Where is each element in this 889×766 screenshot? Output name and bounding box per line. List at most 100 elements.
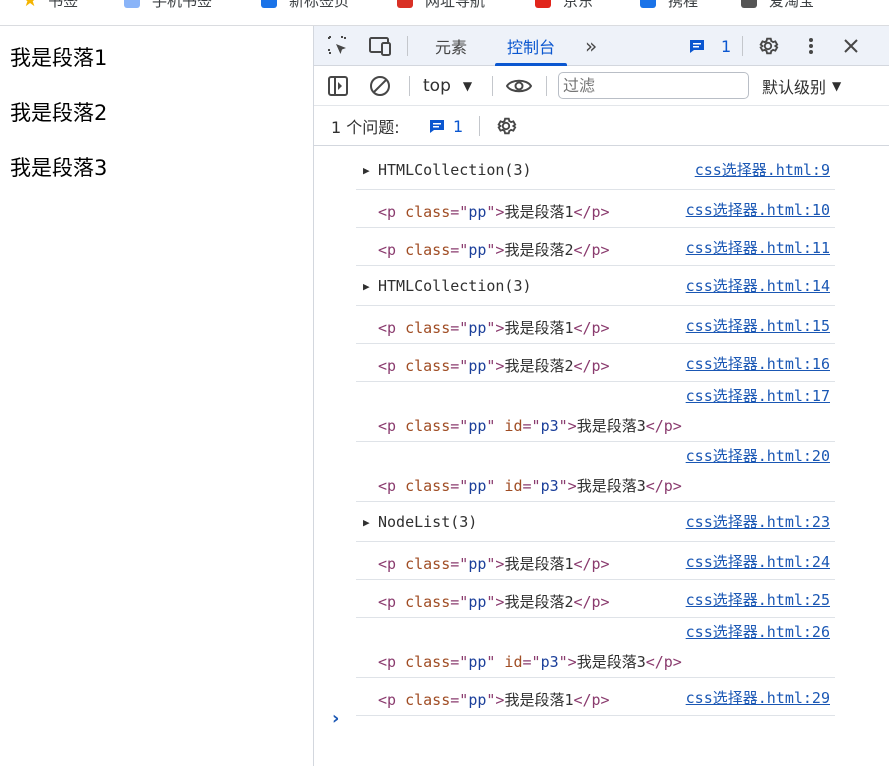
attr-value: pp [468,357,487,375]
tag-open: <p [378,203,397,221]
tag-end: </p> [573,357,610,375]
attr-eq: =" [450,203,469,221]
tag-open: <p [378,555,397,573]
bookmark-label: 新标签页 [289,0,350,10]
bookmark-item[interactable]: 新标签页 [261,0,349,11]
node-text: 我是段落1 [504,203,574,221]
context-selector[interactable]: top ▼ [423,74,472,98]
issues-settings-gear-icon[interactable] [494,114,518,138]
expand-triangle-icon[interactable]: ▶ [363,516,370,529]
tag-end: </p> [645,417,682,435]
element-node: <p class="pp">我是段落1</p> [378,201,610,222]
source-link[interactable]: css选择器.html:15 [686,315,830,336]
hao123-icon [397,0,413,8]
element-node: <p class="pp">我是段落2</p> [378,239,610,260]
node-text: 我是段落2 [504,357,574,375]
node-text: 我是段落3 [576,477,646,495]
filter-input[interactable] [558,72,749,99]
attr-value: p3 [540,477,559,495]
tag-close: > [567,417,577,435]
console-message: <p class="pp" id="p3">我是段落3</p> css选择器.ht… [356,618,835,678]
source-link[interactable]: css选择器.html:23 [686,511,830,532]
bookmarks-bar: ★ 书签 手机书签 新标签页 网址导航 京东 携程 爱淘宝 [0,0,889,26]
console-message: <p class="pp" id="p3">我是段落3</p> css选择器.ht… [356,382,835,442]
node-text: 我是段落2 [504,241,574,259]
expand-triangle-icon[interactable]: ▶ [363,164,370,177]
newtab-icon [261,0,277,8]
issues-link[interactable]: 1 [429,114,463,138]
attr-name: class [396,203,451,221]
bookmark-label: 携程 [668,0,699,10]
attr-quote: " [558,653,568,671]
settings-gear-icon[interactable] [756,34,780,58]
message-icon [690,40,704,53]
element-node: <p class="pp">我是段落2</p> [378,591,610,612]
source-link[interactable]: css选择器.html:11 [686,237,830,258]
device-toolbar-icon[interactable] [366,35,394,57]
console-message: ▶ HTMLCollection(3) css选择器.html:9 [356,150,835,190]
bookmark-item[interactable]: ★ 书签 [22,0,78,11]
tag-open: <p [378,653,397,671]
node-text: 我是段落2 [504,593,574,611]
attr-eq: =" [522,653,541,671]
console-prompt-icon[interactable]: › [332,708,339,729]
attr-name: class [396,477,451,495]
clear-console-icon[interactable] [368,75,392,97]
tag-end: </p> [573,691,610,709]
collection-label[interactable]: NodeList(3) [378,513,477,531]
bookmark-item[interactable]: 网址导航 [397,0,485,11]
sidebar-toggle-icon[interactable] [326,75,350,97]
element-node: <p class="pp" id="p3">我是段落3</p> [378,415,682,436]
bookmark-label: 书签 [48,0,79,10]
source-link[interactable]: css选择器.html:9 [695,159,830,180]
devtools-panel: 元素 控制台 » 1 top ▼ 过滤 默认级别 ▼ 1 个问题: 1 › ▶ … [313,26,889,766]
tag-end: </p> [573,593,610,611]
source-link[interactable]: css选择器.html:10 [686,199,830,220]
tag-end: </p> [645,653,682,671]
source-link[interactable]: css选择器.html:26 [686,621,830,642]
context-label: top [423,76,451,96]
paragraph-2: 我是段落2 [10,101,108,125]
attr-value: pp [468,417,487,435]
collection-label[interactable]: HTMLCollection(3) [378,161,532,179]
node-text: 我是段落1 [504,691,574,709]
attr-name: id [495,653,523,671]
source-link[interactable]: css选择器.html:17 [686,385,830,406]
source-link[interactable]: css选择器.html:14 [686,275,830,296]
tab-elements[interactable]: 元素 [435,26,467,66]
source-link[interactable]: css选择器.html:25 [686,589,830,610]
bookmark-label: 网址导航 [425,0,486,10]
toolbar-divider [479,116,480,136]
element-node: <p class="pp">我是段落1</p> [378,553,610,574]
chevron-down-icon: ▼ [462,79,473,93]
console-message: <p class="pp">我是段落1</p> css选择器.html:10 [356,190,835,228]
more-options-icon[interactable] [802,34,820,58]
source-link[interactable]: css选择器.html:20 [686,445,830,466]
toolbar-divider [742,36,743,56]
collection-label[interactable]: HTMLCollection(3) [378,277,532,295]
attr-name: class [396,555,451,573]
inspect-element-icon[interactable] [326,35,350,57]
tag-close: > [567,653,577,671]
log-level-dropdown[interactable]: 默认级别 ▼ [762,74,841,98]
console-message: <p class="pp">我是段落1</p> css选择器.html:15 [356,306,835,344]
star-icon: ★ [22,0,39,11]
issues-button[interactable]: 1 [689,36,731,56]
bookmark-item[interactable]: 手机书签 [124,0,212,11]
bookmark-item[interactable]: 京东 [535,0,593,11]
console-message: <p class="pp">我是段落2</p> css选择器.html:11 [356,228,835,266]
source-link[interactable]: css选择器.html:24 [686,551,830,572]
source-link[interactable]: css选择器.html:16 [686,353,830,374]
attr-value: pp [468,555,487,573]
attr-name: class [396,241,451,259]
more-tabs-icon[interactable]: » [585,26,597,66]
bookmark-item[interactable]: 爱淘宝 [741,0,814,11]
element-node: <p class="pp" id="p3">我是段落3</p> [378,475,682,496]
chevron-down-icon: ▼ [832,79,842,93]
tab-console[interactable]: 控制台 [494,26,568,66]
expand-triangle-icon[interactable]: ▶ [363,280,370,293]
close-devtools-icon[interactable] [840,35,862,57]
live-expression-eye-icon[interactable] [505,75,533,97]
source-link[interactable]: css选择器.html:29 [686,687,830,708]
bookmark-item[interactable]: 携程 [640,0,698,11]
